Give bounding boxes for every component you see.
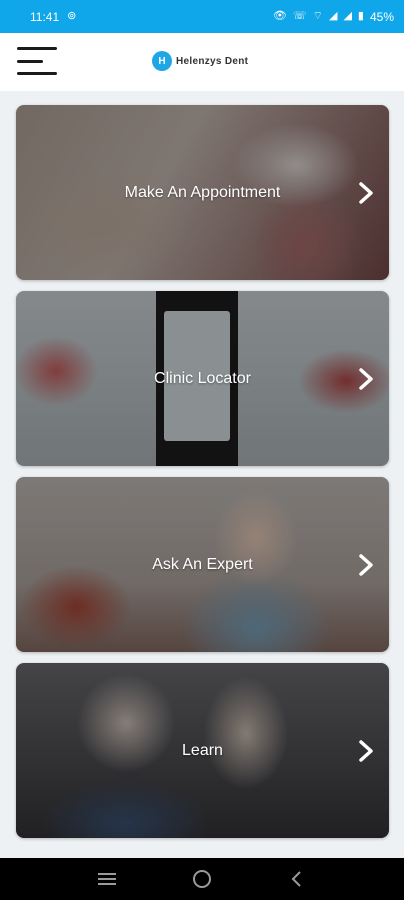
logo-mark-icon: H <box>152 51 172 71</box>
app-header: H Helenzys Dent <box>0 33 404 91</box>
eye-icon: 👁 <box>272 10 287 22</box>
logo-text: Helenzys Dent <box>176 55 249 67</box>
hamburger-menu-icon[interactable] <box>17 45 59 77</box>
back-icon[interactable] <box>283 865 311 893</box>
battery-percent: 45% <box>369 9 394 24</box>
recent-apps-icon[interactable] <box>93 865 121 893</box>
battery-icon: ▮ <box>357 10 364 22</box>
system-nav-bar <box>0 858 404 900</box>
main-content: Make An Appointment Clinic Locator Ask A… <box>0 91 404 858</box>
make-appointment-card[interactable]: Make An Appointment <box>16 105 389 280</box>
home-icon[interactable] <box>188 865 216 893</box>
chevron-right-icon <box>359 739 373 762</box>
status-bar: 11:41 ⊚ 👁 ☏ ⌔ ◢ ◢ ▮ 45% <box>0 0 404 33</box>
signal-2-icon: ◢ <box>343 10 352 22</box>
learn-card[interactable]: Learn <box>16 663 389 838</box>
wifi-icon: ⌔ <box>312 10 323 22</box>
card-label: Make An Appointment <box>124 183 281 201</box>
app-logo: H Helenzys Dent <box>152 51 248 71</box>
signal-icon: ◢ <box>328 10 338 22</box>
chevron-right-icon <box>359 367 373 390</box>
chevron-right-icon <box>359 181 373 204</box>
status-time: 11:41 <box>30 9 60 24</box>
notification-icon: ⊚ <box>67 10 77 22</box>
volte-icon: ☏ <box>292 10 307 22</box>
card-label: Ask An Expert <box>152 555 253 573</box>
clinic-locator-card[interactable]: Clinic Locator <box>16 291 389 466</box>
chevron-right-icon <box>359 553 373 576</box>
card-label: Learn <box>182 741 223 759</box>
card-label: Clinic Locator <box>154 369 251 387</box>
ask-expert-card[interactable]: Ask An Expert <box>16 477 389 652</box>
